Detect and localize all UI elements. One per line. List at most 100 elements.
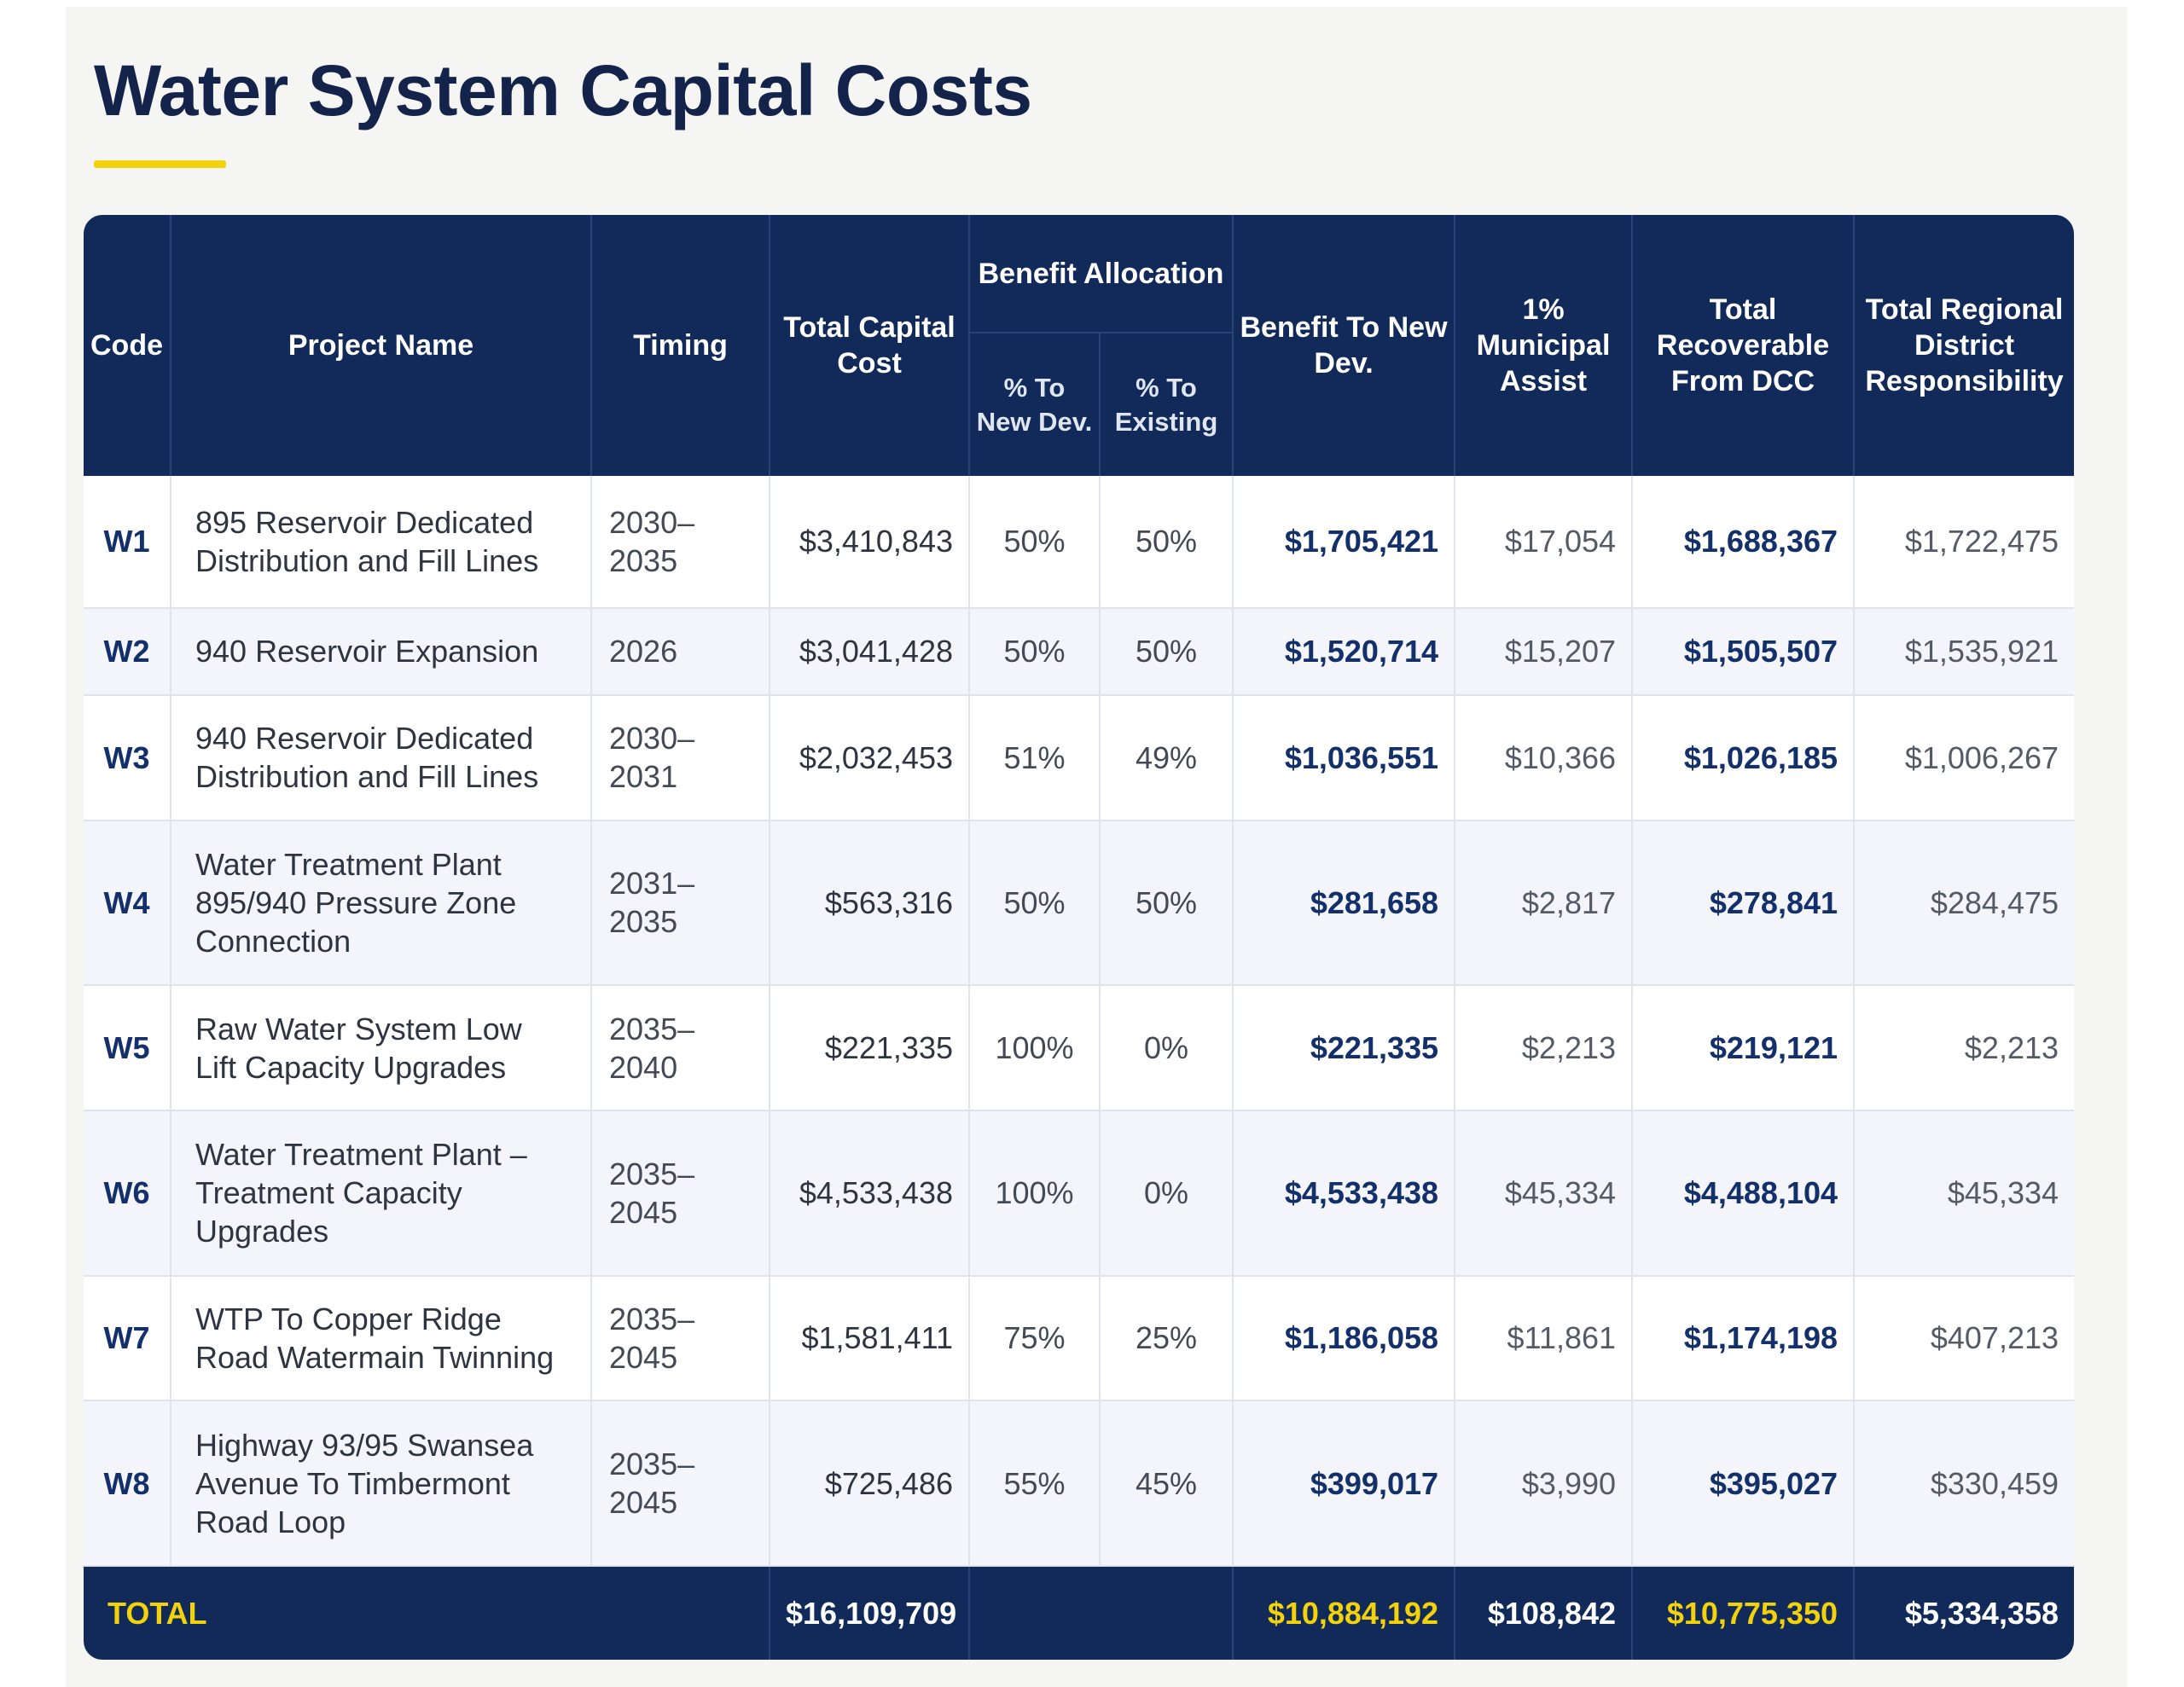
cell-assist: $10,366: [1455, 694, 1634, 821]
cell-recoverable: $219,121: [1632, 985, 1856, 1111]
table-footer: TOTAL $16,109,709 $10,884,192 $108,842 $…: [84, 1566, 2074, 1660]
cell-benefit: $1,705,421: [1233, 476, 1456, 609]
cell-regional: $45,334: [1854, 1110, 2074, 1277]
timing-text: 2035–2045: [609, 1156, 695, 1230]
project-name-text: Water Treatment Plant 895/940 Pressure Z…: [195, 846, 517, 959]
table-row: W5 Raw Water System Low Lift Capacity Up…: [84, 985, 2074, 1111]
cell-benefit: $399,017: [1233, 1400, 1456, 1567]
table-header: Code Project Name Timing Total Capital C…: [84, 215, 2074, 476]
table-body: W1 895 Reservoir Dedicated Distribution …: [84, 476, 2074, 1567]
cell-pct-new: 50%: [969, 820, 1101, 987]
cell-project-name: 940 Reservoir Dedicated Distribution and…: [171, 694, 592, 821]
cell-pct-new: 55%: [969, 1400, 1101, 1567]
header-regional-responsibility: Total Regional District Responsibility: [1854, 215, 2074, 476]
timing-text: 2030–2035: [609, 504, 695, 578]
total-row: TOTAL $16,109,709 $10,884,192 $108,842 $…: [84, 1566, 2074, 1660]
total-regional: $5,334,358: [1854, 1566, 2074, 1660]
cell-assist: $17,054: [1455, 476, 1634, 609]
cell-pct-existing: 0%: [1100, 1110, 1234, 1277]
table-row: W7 WTP To Copper Ridge Road Watermain Tw…: [84, 1275, 2074, 1402]
total-allocation-empty: [969, 1566, 1234, 1660]
cell-timing: 2031–2035: [591, 820, 770, 987]
cell-benefit: $1,036,551: [1233, 694, 1456, 821]
table-row: W3 940 Reservoir Dedicated Distribution …: [84, 694, 2074, 821]
cell-capital: $3,410,843: [770, 476, 970, 609]
cell-timing: 2030–2031: [591, 694, 770, 821]
cell-pct-existing: 50%: [1100, 820, 1234, 987]
project-name-text: Raw Water System Low Lift Capacity Upgra…: [195, 1011, 522, 1085]
cell-project-name: Water Treatment Plant – Treatment Capaci…: [171, 1110, 592, 1277]
cell-timing: 2035–2045: [591, 1400, 770, 1567]
header-benefit-new-dev: Benefit To New Dev.: [1233, 215, 1456, 476]
cell-project-name: 940 Reservoir Expansion: [171, 607, 592, 696]
header-benefit-allocation: Benefit Allocation: [969, 215, 1234, 333]
cell-regional: $407,213: [1854, 1275, 2074, 1402]
header-municipal-assist: 1% Municipal Assist: [1455, 215, 1634, 476]
cell-timing: 2035–2045: [591, 1110, 770, 1277]
cell-recoverable: $1,174,198: [1632, 1275, 1856, 1402]
header-pct-new-dev: % To New Dev.: [969, 333, 1101, 476]
timing-text: 2035–2045: [609, 1301, 695, 1375]
cell-assist: $11,861: [1455, 1275, 1634, 1402]
total-benefit: $10,884,192: [1233, 1566, 1456, 1660]
cell-benefit: $281,658: [1233, 820, 1456, 987]
cell-capital: $221,335: [770, 985, 970, 1111]
cell-pct-new: 50%: [969, 607, 1101, 696]
header-project-name: Project Name: [171, 215, 592, 476]
cell-recoverable: $395,027: [1632, 1400, 1856, 1567]
cell-pct-existing: 50%: [1100, 607, 1234, 696]
cell-regional: $1,535,921: [1854, 607, 2074, 696]
cell-capital: $3,041,428: [770, 607, 970, 696]
table: Code Project Name Timing Total Capital C…: [84, 215, 2074, 1660]
project-name-text: 895 Reservoir Dedicated Distribution and…: [195, 504, 539, 578]
cell-capital: $1,581,411: [770, 1275, 970, 1402]
timing-text: 2035–2040: [609, 1011, 695, 1085]
cell-capital: $725,486: [770, 1400, 970, 1567]
table-row: W8 Highway 93/95 Swansea Avenue To Timbe…: [84, 1400, 2074, 1567]
header-total-capital-cost: Total Capital Cost: [770, 215, 970, 476]
project-name-text: 940 Reservoir Dedicated Distribution and…: [195, 721, 539, 795]
header-code: Code: [84, 215, 171, 476]
timing-text: 2030–2031: [609, 721, 695, 795]
cell-project-name: Raw Water System Low Lift Capacity Upgra…: [171, 985, 592, 1111]
timing-text: 2031–2035: [609, 866, 695, 940]
cell-recoverable: $1,688,367: [1632, 476, 1856, 609]
cell-regional: $284,475: [1854, 820, 2074, 987]
cell-assist: $2,213: [1455, 985, 1634, 1111]
cell-assist: $45,334: [1455, 1110, 1634, 1277]
cell-benefit: $221,335: [1233, 985, 1456, 1111]
table-row: W4 Water Treatment Plant 895/940 Pressur…: [84, 820, 2074, 987]
cell-recoverable: $4,488,104: [1632, 1110, 1856, 1277]
header-timing: Timing: [591, 215, 770, 476]
cell-pct-new: 50%: [969, 476, 1101, 609]
cell-capital: $2,032,453: [770, 694, 970, 821]
header-pct-existing: % To Existing: [1100, 333, 1234, 476]
cell-capital: $563,316: [770, 820, 970, 987]
cell-recoverable: $1,026,185: [1632, 694, 1856, 821]
cell-code: W8: [84, 1400, 171, 1567]
cell-project-name: Water Treatment Plant 895/940 Pressure Z…: [171, 820, 592, 987]
cell-code: W5: [84, 985, 171, 1111]
total-capital: $16,109,709: [770, 1566, 970, 1660]
cell-recoverable: $278,841: [1632, 820, 1856, 987]
cell-code: W3: [84, 694, 171, 821]
cell-recoverable: $1,505,507: [1632, 607, 1856, 696]
cell-pct-existing: 50%: [1100, 476, 1234, 609]
project-name-text: WTP To Copper Ridge Road Watermain Twinn…: [195, 1301, 555, 1375]
project-name-text: Highway 93/95 Swansea Avenue To Timbermo…: [195, 1427, 534, 1539]
cell-regional: $1,006,267: [1854, 694, 2074, 821]
cell-timing: 2035–2045: [591, 1275, 770, 1402]
cell-code: W4: [84, 820, 171, 987]
cell-timing: 2035–2040: [591, 985, 770, 1111]
cell-project-name: Highway 93/95 Swansea Avenue To Timbermo…: [171, 1400, 592, 1567]
cell-regional: $2,213: [1854, 985, 2074, 1111]
header-recoverable-dcc: Total Recoverable From DCC: [1632, 215, 1856, 476]
cell-pct-existing: 25%: [1100, 1275, 1234, 1402]
cell-pct-existing: 49%: [1100, 694, 1234, 821]
cell-assist: $15,207: [1455, 607, 1634, 696]
cell-code: W2: [84, 607, 171, 696]
project-name-text: 940 Reservoir Expansion: [195, 634, 539, 670]
cell-code: W1: [84, 476, 171, 609]
cell-regional: $1,722,475: [1854, 476, 2074, 609]
cell-assist: $2,817: [1455, 820, 1634, 987]
